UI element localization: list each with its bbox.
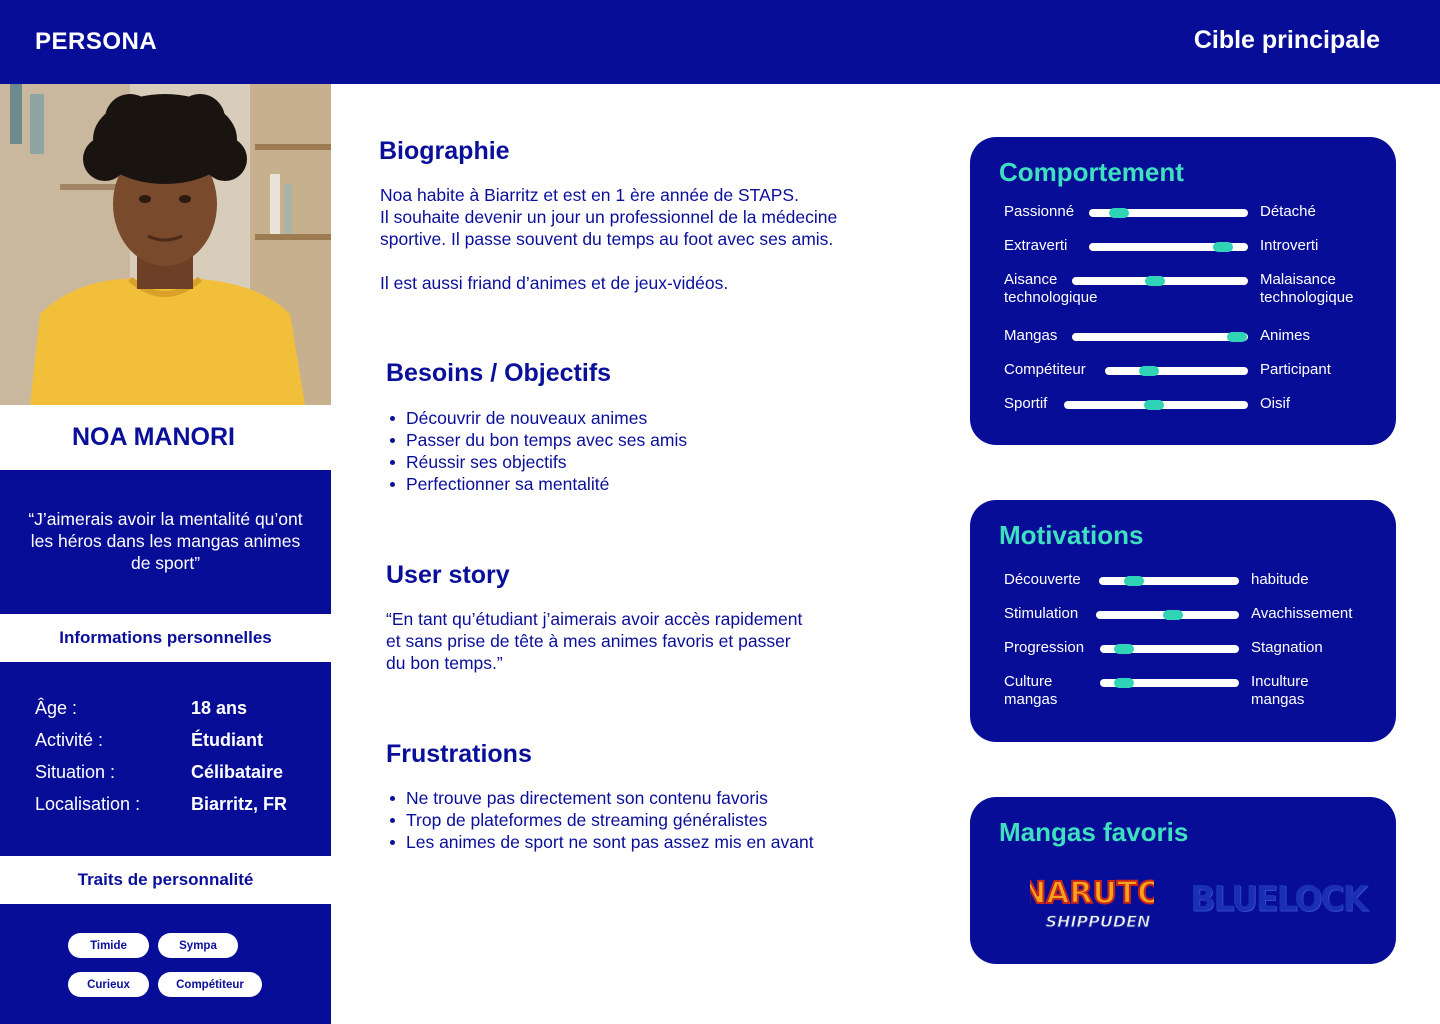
trait-pill: Timide xyxy=(68,933,149,958)
bluelock-logo: BLUELOCK xyxy=(1190,878,1368,919)
list-item: Perfectionner sa mentalité xyxy=(386,473,687,495)
page-title: PERSONA xyxy=(35,28,158,55)
info-value: 18 ans xyxy=(191,698,248,718)
slider-right-label: Introverti xyxy=(1260,237,1319,254)
slider-left-label: Passionné xyxy=(1004,203,1075,220)
user-story-line: du bon temps.” xyxy=(386,653,503,673)
list-item: Les animes de sport ne sont pas assez mi… xyxy=(386,831,814,853)
biography-title: Biographie xyxy=(379,137,510,165)
user-story-line: et sans prise de tête à mes animes favor… xyxy=(386,631,791,651)
personal-info-header: Informations personnelles xyxy=(59,628,272,647)
biography-line: Il est aussi friand d’animes et de jeux-… xyxy=(380,273,729,293)
slider-left-label: Culture mangas xyxy=(1004,673,1058,708)
list-item: Ne trouve pas directement son contenu fa… xyxy=(386,787,814,809)
slider-right-label: Détaché xyxy=(1260,203,1316,220)
slider-right-label: Avachissement xyxy=(1251,605,1353,622)
info-key: Activité : xyxy=(35,730,104,750)
slider-knob xyxy=(1114,644,1134,654)
slider-track xyxy=(1072,276,1248,286)
slider-left-label: Découverte xyxy=(1004,571,1081,588)
slider-knob xyxy=(1144,400,1164,410)
info-value: Étudiant xyxy=(191,730,263,750)
favorite-mangas-title: Mangas favoris xyxy=(999,817,1189,847)
naruto-logo: NARUTO SHIPPUDEN xyxy=(1030,875,1154,932)
shippuden-logo-text: SHIPPUDEN xyxy=(1046,912,1152,931)
slider-track xyxy=(1089,208,1248,218)
list-item: Réussir ses objectifs xyxy=(386,451,687,473)
slider-left-label: Progression xyxy=(1004,639,1085,656)
slider-knob xyxy=(1163,610,1183,620)
slider-right-label: habitude xyxy=(1251,571,1309,588)
personal-info-box: Âge : 18 ans Activité : Étudiant Situati… xyxy=(0,662,331,856)
user-story-text: “En tant qu’étudiant j’aimerais avoir ac… xyxy=(386,608,802,674)
persona-name: NOA MANORI xyxy=(72,423,235,451)
slider-right-label: Inculture mangas xyxy=(1251,673,1309,708)
info-value: Biarritz, FR xyxy=(191,794,288,814)
needs-title: Besoins / Objectifs xyxy=(386,359,612,387)
motivations-card: Motivations Découverte habitude Stimulatio… xyxy=(970,500,1396,742)
user-story-line: “En tant qu’étudiant j’aimerais avoir ac… xyxy=(386,609,803,629)
slider-knob xyxy=(1145,276,1165,286)
target-label: Cible principale xyxy=(1193,26,1380,54)
traits-box: Timide Sympa Curieux Compétiteur xyxy=(0,904,331,1024)
slider-knob xyxy=(1109,208,1129,218)
info-key: Âge : xyxy=(35,698,78,718)
persona-quote-box: “J’aimerais avoir la mentalité qu’ont le… xyxy=(0,470,331,614)
trait-pill: Curieux xyxy=(68,972,149,997)
frustrations-title: Frustrations xyxy=(386,740,532,768)
persona-quote: “J’aimerais avoir la mentalité qu’ont le… xyxy=(28,509,303,573)
user-story-title: User story xyxy=(386,561,510,589)
slider-left-label: Stimulation xyxy=(1004,605,1079,622)
slider-track xyxy=(1100,644,1239,654)
slider-left-label: Extraverti xyxy=(1004,237,1068,254)
header-bar: PERSONA Cible principale xyxy=(0,0,1440,84)
slider-knob xyxy=(1213,242,1233,252)
info-value: Célibataire xyxy=(191,762,284,782)
slider-knob xyxy=(1139,366,1159,376)
info-row-location: Localisation : Biarritz, FR xyxy=(0,794,331,826)
biography-line: Il souhaite devenir un jour un professio… xyxy=(380,207,838,227)
biography-text: Noa habite à Biarritz et est en 1 ère an… xyxy=(380,184,837,294)
behavior-title: Comportement xyxy=(999,157,1184,187)
slider-right-label: Participant xyxy=(1260,361,1331,378)
list-item: Passer du bon temps avec ses amis xyxy=(386,429,687,451)
slider-track xyxy=(1100,678,1239,688)
naruto-logo-text: NARUTO xyxy=(1030,876,1154,911)
slider-track xyxy=(1096,610,1239,620)
list-item: Découvrir de nouveaux animes xyxy=(386,407,687,429)
trait-pill: Sympa xyxy=(158,933,238,958)
slider-right-label: Animes xyxy=(1260,327,1311,344)
info-row-situation: Situation : Célibataire xyxy=(0,762,331,794)
slider-knob xyxy=(1114,678,1134,688)
trait-pill: Compétiteur xyxy=(158,972,262,997)
slider-knob xyxy=(1124,576,1144,586)
slider-left-label: Sportif xyxy=(1004,395,1048,412)
slider-track xyxy=(1105,366,1248,376)
slider-track xyxy=(1072,332,1248,342)
slider-right-label: Stagnation xyxy=(1251,639,1323,656)
motivations-title: Motivations xyxy=(999,520,1144,550)
list-item: Trop de plateformes de streaming général… xyxy=(386,809,814,831)
info-row-age: Âge : 18 ans xyxy=(0,698,331,730)
info-row-activity: Activité : Étudiant xyxy=(0,730,331,762)
biography-line: sportive. Il passe souvent du temps au f… xyxy=(380,229,834,249)
slider-right-label: Malaisance technologique xyxy=(1260,271,1354,306)
info-key: Localisation : xyxy=(35,794,141,814)
traits-header: Traits de personnalité xyxy=(77,870,254,889)
favorite-mangas-card: Mangas favoris NARUTO SHIPPUDEN BLUELOCK xyxy=(970,797,1396,964)
slider-left-label: Compétiteur xyxy=(1004,361,1086,378)
behavior-card: Comportement Passionné Détaché Extraverti I… xyxy=(970,137,1396,445)
slider-track xyxy=(1089,242,1248,252)
slider-track xyxy=(1099,576,1239,586)
frustrations-list: Ne trouve pas directement son contenu fa… xyxy=(386,787,814,853)
biography-line: Noa habite à Biarritz et est en 1 ère an… xyxy=(380,185,799,205)
slider-right-label: Oisif xyxy=(1260,395,1290,412)
slider-left-label: Mangas xyxy=(1004,327,1058,344)
info-key: Situation : xyxy=(35,762,116,782)
slider-knob xyxy=(1227,332,1247,342)
slider-track xyxy=(1064,400,1248,410)
persona-photo xyxy=(0,84,331,405)
needs-list: Découvrir de nouveaux animes Passer du b… xyxy=(386,407,687,495)
persona-portrait-image xyxy=(0,84,331,405)
